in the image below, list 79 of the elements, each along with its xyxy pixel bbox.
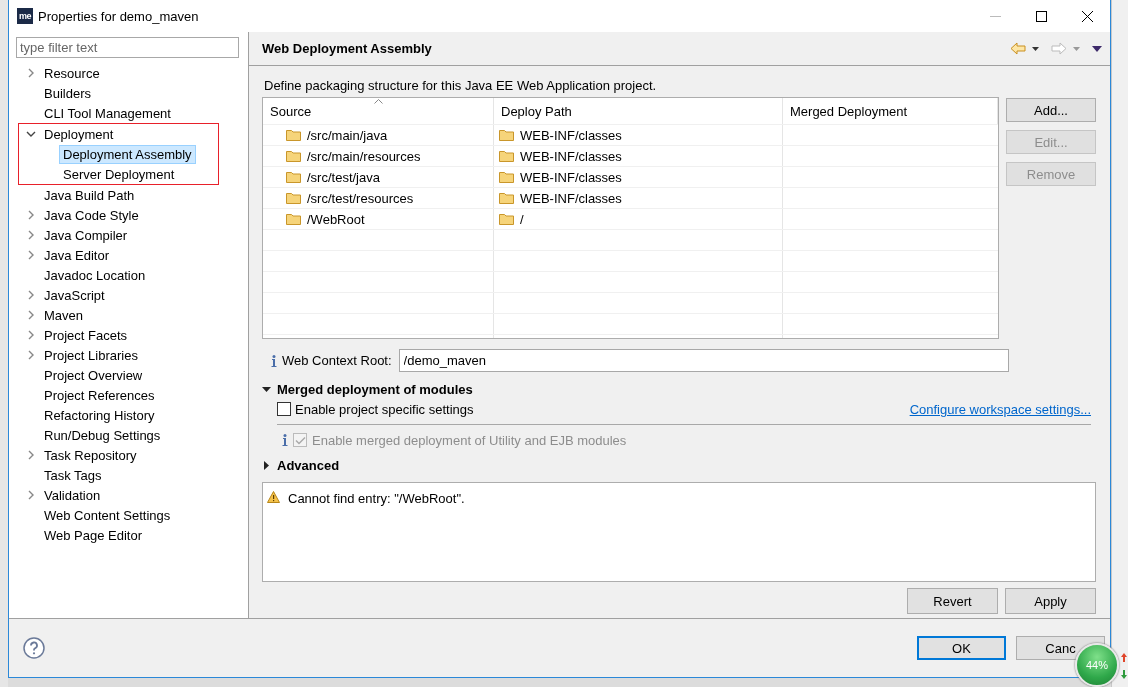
action-button[interactable]: Revert — [907, 588, 998, 614]
upload-arrow-icon — [1120, 653, 1127, 662]
tree-item[interactable]: CLI Tool Management — [40, 103, 175, 123]
table-cell: /WebRoot — [263, 209, 494, 229]
tree-item[interactable]: Resource — [40, 63, 104, 83]
back-arrow-icon[interactable] — [1010, 42, 1026, 55]
table-cell: WEB-INF/classes — [494, 188, 783, 208]
folder-icon — [499, 171, 514, 183]
configure-link[interactable]: Configure workspace settings... — [909, 401, 1091, 417]
tree-item[interactable]: Validation — [40, 485, 105, 505]
action-button[interactable]: Apply — [1005, 588, 1096, 614]
table-cell: WEB-INF/classes — [494, 125, 783, 145]
tree-item[interactable]: Web Page Editor — [40, 525, 147, 545]
info-icon — [271, 354, 277, 367]
column-header[interactable]: Merged Deployment — [783, 98, 998, 124]
folder-icon — [499, 213, 514, 225]
table-cell: /src/main/resources — [263, 146, 494, 166]
column-header[interactable]: Deploy Path — [494, 98, 783, 124]
tree-item[interactable]: Refactoring History — [40, 405, 159, 425]
context-root-field[interactable]: /demo_maven — [398, 349, 1009, 372]
menu-icon[interactable] — [1092, 45, 1102, 52]
table-cell: /src/test/java — [263, 167, 494, 187]
folder-icon — [286, 213, 301, 225]
tree-item[interactable]: Task Repository — [40, 445, 141, 465]
folder-icon — [499, 192, 514, 204]
warning-icon — [267, 491, 280, 503]
dropdown-icon[interactable] — [1032, 46, 1039, 51]
help-icon[interactable] — [23, 637, 45, 659]
close-icon[interactable] — [1081, 10, 1093, 22]
tree-item[interactable]: Java Editor — [40, 245, 114, 265]
maximize-icon[interactable] — [1035, 10, 1047, 22]
folder-icon — [286, 192, 301, 204]
tree-item[interactable]: Java Compiler — [40, 225, 132, 245]
table-cell: /src/test/resources — [263, 188, 494, 208]
tree-item[interactable]: Deployment — [40, 124, 118, 144]
folder-icon — [286, 129, 301, 141]
section-title: Advanced — [277, 457, 340, 473]
app-logo: me — [17, 8, 33, 24]
download-arrow-icon — [1120, 670, 1127, 679]
folder-icon — [286, 150, 301, 162]
description-text: Define packaging structure for this Java EE Web Application project. — [264, 78, 658, 95]
info-icon — [282, 434, 288, 446]
column-header[interactable]: Source — [263, 98, 494, 124]
folder-icon — [286, 171, 301, 183]
folder-icon — [499, 150, 514, 162]
section-title: Merged deployment of modules — [277, 381, 473, 397]
dialog-button[interactable]: OK — [917, 636, 1006, 660]
table-cell: /src/main/java — [263, 125, 494, 145]
tree-item[interactable]: Project Overview — [40, 365, 147, 385]
tree-item[interactable]: Maven — [40, 305, 88, 325]
checkbox[interactable] — [277, 402, 291, 416]
side-button[interactable]: Add... — [1006, 98, 1096, 122]
minimize-icon[interactable] — [989, 15, 1001, 17]
folder-icon — [499, 129, 514, 141]
tree-item[interactable]: Web Content Settings — [40, 505, 175, 525]
tree-item[interactable]: Java Build Path — [40, 185, 139, 205]
message-text: Cannot find entry: "/WebRoot". — [288, 491, 465, 506]
checkbox-label: Enable merged deployment of Utility and EJB modules — [312, 432, 627, 448]
table-cell: WEB-INF/classes — [494, 146, 783, 166]
tree-item[interactable]: Project Libraries — [40, 345, 142, 365]
tree-item[interactable]: Javadoc Location — [40, 265, 150, 285]
expanded-triangle-icon[interactable] — [262, 384, 271, 394]
field-label: Web Context Root: — [282, 353, 392, 368]
tree-item[interactable]: JavaScript — [40, 285, 109, 305]
filter-field[interactable]: type filter text — [16, 37, 239, 58]
tree-item[interactable]: Java Code Style — [40, 205, 143, 225]
tree-item[interactable]: Builders — [40, 83, 95, 103]
tree-item[interactable]: Project Facets — [40, 325, 132, 345]
table-cell: / — [494, 209, 783, 229]
collapsed-triangle-icon[interactable] — [262, 460, 271, 470]
tree-item[interactable]: Deployment Assembly — [59, 144, 196, 164]
tree-item[interactable]: Run/Debug Settings — [40, 425, 165, 445]
tree-item[interactable]: Server Deployment — [59, 164, 179, 184]
tree-item[interactable]: Project References — [40, 385, 159, 405]
page-title: Web Deployment Assembly — [262, 41, 433, 56]
checkbox-label: Enable project specific settings — [295, 401, 474, 417]
table-cell: WEB-INF/classes — [494, 167, 783, 187]
tree-item[interactable]: Task Tags — [40, 465, 106, 485]
window-title: Properties for demo_maven — [38, 8, 200, 24]
